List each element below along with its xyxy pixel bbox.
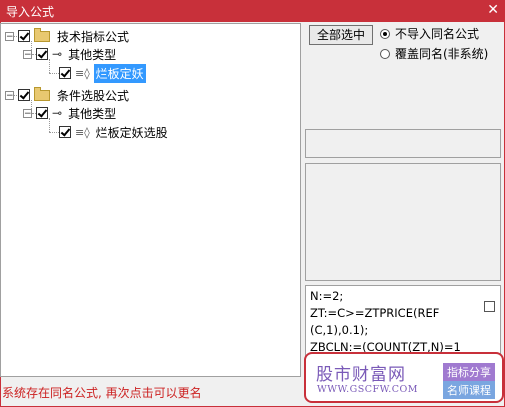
tree-checkbox[interactable]	[36, 107, 48, 119]
tree-node-label: 技术指标公式	[57, 29, 130, 44]
tree-node-label: 条件选股公式	[57, 88, 130, 103]
watermark-url: WWW.GSCFW.COM	[317, 384, 419, 395]
code-line: (C,1),0.1);	[310, 323, 369, 337]
radio-dot[interactable]	[380, 28, 390, 39]
tree-node-formula[interactable]: ≡◊ 烂板定妖	[59, 63, 146, 83]
folder-icon	[34, 86, 50, 101]
key-icon: ⊸	[52, 106, 63, 120]
tree-node-tech-indicator[interactable]: − 技术指标公式	[5, 27, 131, 45]
tree-node-label: 其他类型	[68, 47, 117, 62]
window-title: 导入公式	[6, 5, 55, 19]
formula-name-box	[305, 129, 501, 158]
formula-icon: ≡◊	[75, 125, 90, 139]
watermark-logo: 股市财富网 WWW.GSCFW.COM 指标分享 名师课程	[304, 352, 504, 403]
radio-label: 不导入同名公式	[395, 27, 480, 41]
tree-checkbox[interactable]	[59, 67, 71, 79]
key-icon: ⊸	[52, 47, 63, 61]
code-checkbox[interactable]	[484, 301, 495, 312]
collapse-toggle[interactable]: −	[5, 90, 14, 100]
radio-dot[interactable]	[380, 48, 390, 59]
tree-node-label: 烂板定妖	[93, 63, 146, 83]
tree-checkbox[interactable]	[18, 89, 30, 101]
code-line: N:=2;	[310, 289, 344, 303]
tree-node-other-type[interactable]: − ⊸ 其他类型	[23, 104, 118, 122]
tree-checkbox[interactable]	[18, 30, 30, 42]
code-line: ZT:=C>=ZTPRICE(REF	[310, 306, 440, 320]
status-message: 系统存在同名公式, 再次点击可以更名	[2, 386, 202, 400]
folder-icon	[34, 27, 50, 42]
select-all-button[interactable]: 全部选中	[309, 25, 373, 45]
tree-node-stock-selection[interactable]: − 条件选股公式	[5, 86, 131, 104]
formula-icon: ≡◊	[75, 66, 90, 80]
tree-node-label: 烂板定妖选股	[95, 125, 168, 140]
radio-overwrite-same-name[interactable]: 覆盖同名(非系统)	[380, 45, 488, 62]
close-icon[interactable]: ✕	[487, 2, 499, 18]
collapse-toggle[interactable]: −	[5, 31, 14, 41]
collapse-toggle[interactable]: −	[23, 108, 32, 118]
tree-checkbox[interactable]	[59, 126, 71, 138]
tree-node-other-type[interactable]: − ⊸ 其他类型	[23, 45, 118, 63]
formula-tree: − 技术指标公式 − ⊸ 其他类型 ≡◊ 烂板定妖 − 条件选股公式 − ⊸ 其…	[0, 23, 301, 377]
title-bar: 导入公式 ✕	[0, 0, 505, 22]
formula-description-box	[305, 163, 501, 281]
tree-node-formula[interactable]: ≡◊ 烂板定妖选股	[59, 123, 170, 141]
watermark-tag-course: 名师课程	[443, 381, 495, 399]
tree-node-label: 其他类型	[68, 106, 117, 121]
collapse-toggle[interactable]: −	[23, 49, 32, 59]
watermark-brand: 股市财富网	[316, 365, 406, 385]
radio-skip-same-name[interactable]: 不导入同名公式	[380, 25, 479, 42]
tree-checkbox[interactable]	[36, 48, 48, 60]
watermark-tag-indicator: 指标分享	[443, 363, 495, 381]
radio-label: 覆盖同名(非系统)	[395, 47, 489, 61]
